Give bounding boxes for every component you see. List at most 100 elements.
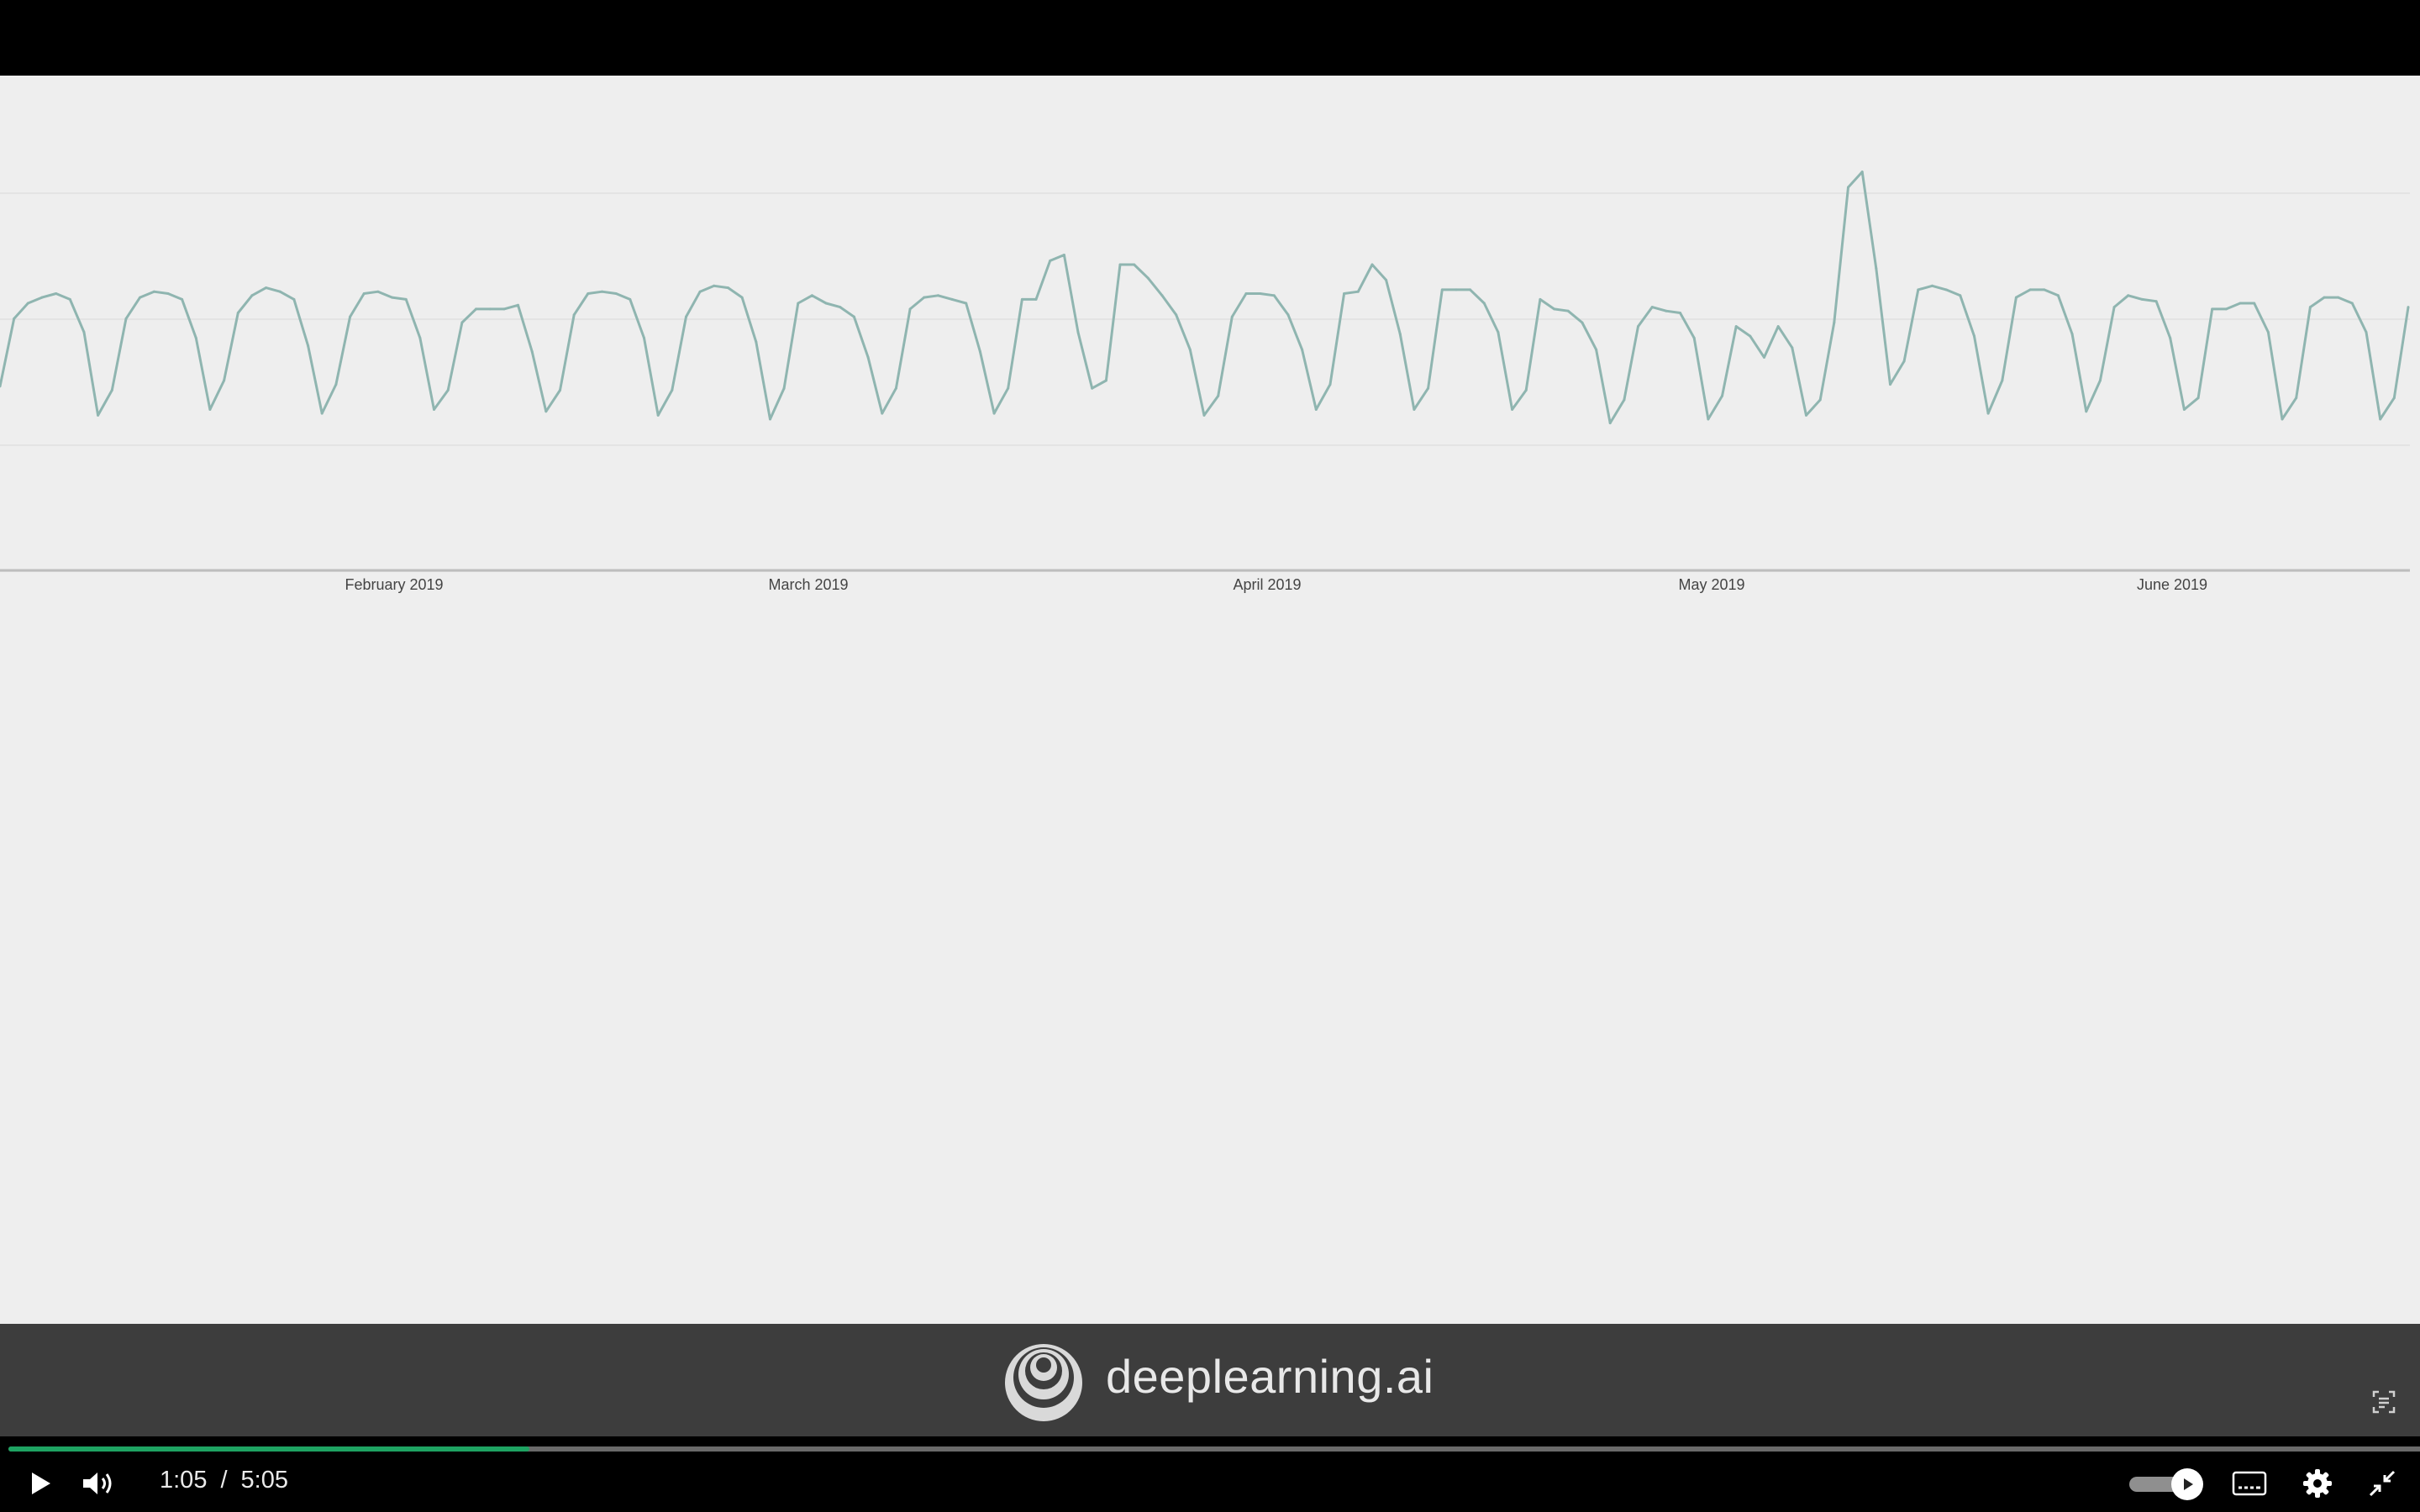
data-point	[2043, 288, 2046, 291]
data-point	[236, 312, 239, 314]
data-point	[1917, 288, 1920, 291]
data-point	[1286, 313, 1290, 317]
data-point	[1188, 348, 1192, 351]
data-point	[1931, 284, 1933, 287]
data-point	[40, 296, 44, 299]
data-point	[1370, 263, 1374, 266]
data-point	[278, 290, 281, 293]
x-tick-label: April 2019	[1233, 576, 1301, 593]
play-icon	[2184, 1478, 2193, 1490]
deeplearning-logo-icon	[1005, 1344, 1082, 1421]
video-frame[interactable]: February 2019 March 2019 April 2019 May …	[0, 76, 2420, 1324]
volume-button[interactable]	[81, 1455, 118, 1512]
data-point	[1749, 334, 1752, 338]
data-point	[1524, 389, 1528, 391]
x-tick-label: March 2019	[768, 576, 848, 593]
data-point	[2182, 408, 2186, 411]
data-point	[1230, 315, 1234, 318]
data-point	[460, 321, 464, 324]
data-point	[13, 317, 16, 320]
data-point	[2308, 306, 2312, 309]
data-point	[2098, 379, 2102, 382]
data-point	[740, 296, 744, 299]
data-point	[2127, 294, 2130, 297]
data-point	[208, 408, 212, 411]
data-point	[1356, 290, 1360, 293]
x-tick-label: May 2019	[1678, 576, 1744, 593]
data-point	[418, 336, 422, 339]
data-point	[1818, 398, 1822, 402]
data-point	[26, 302, 29, 305]
play-icon	[32, 1473, 50, 1494]
data-point	[601, 290, 603, 293]
data-point	[782, 386, 786, 390]
data-point	[1959, 294, 1962, 297]
data-point	[2295, 396, 2298, 400]
data-point	[97, 413, 100, 417]
data-point	[1427, 386, 1430, 390]
data-point	[1539, 297, 1542, 301]
captions-icon	[2232, 1471, 2267, 1496]
data-point	[2014, 296, 2018, 299]
data-point	[1973, 334, 1975, 338]
data-point	[2028, 288, 2032, 291]
progress-fill	[8, 1446, 530, 1452]
data-point	[2169, 336, 2172, 339]
data-point	[1623, 398, 1626, 402]
current-time: 1:05	[160, 1467, 208, 1494]
data-point	[68, 297, 71, 301]
volume-icon	[83, 1473, 112, 1494]
data-point	[950, 297, 954, 301]
data-point	[2070, 333, 2074, 336]
data-point	[839, 306, 842, 309]
data-point	[1595, 348, 1598, 351]
data-point	[2365, 331, 2368, 333]
data-point	[894, 386, 897, 390]
play-button[interactable]	[25, 1455, 54, 1512]
time-display: 1:05 / 5:05	[160, 1467, 288, 1494]
data-point	[1805, 413, 1807, 417]
data-point	[936, 294, 939, 297]
progress-bar[interactable]	[8, 1446, 2420, 1452]
data-point	[1860, 171, 1864, 174]
data-point	[488, 307, 492, 311]
autoplay-toggle[interactable]	[2129, 1468, 2207, 1500]
data-point	[1986, 412, 1990, 415]
data-point	[572, 313, 576, 317]
data-point	[1511, 408, 1514, 411]
data-point	[2337, 296, 2340, 299]
data-point	[559, 389, 561, 391]
data-point	[2266, 331, 2270, 333]
settings-button[interactable]	[2302, 1455, 2333, 1512]
data-point	[446, 389, 450, 391]
data-point	[2253, 302, 2256, 305]
line-chart: February 2019 March 2019 April 2019 May …	[0, 171, 2410, 593]
brand-name: deeplearning.ai	[1106, 1350, 1434, 1403]
x-tick-label: February 2019	[345, 576, 443, 593]
data-point	[1259, 292, 1262, 295]
data-point	[881, 412, 884, 415]
data-point	[2056, 294, 2060, 297]
data-point	[1650, 306, 1654, 309]
time-separator: /	[220, 1467, 228, 1494]
data-point	[1314, 408, 1318, 411]
data-point	[1091, 386, 1094, 390]
exit-fullscreen-button[interactable]	[2368, 1455, 2396, 1512]
data-point	[391, 296, 394, 299]
data-point	[1049, 259, 1052, 262]
data-point	[166, 292, 170, 295]
data-point	[152, 290, 155, 293]
data-point	[124, 317, 128, 320]
data-point	[1763, 355, 1765, 359]
data-point	[544, 410, 548, 413]
brand-banner: deeplearning.ai	[0, 1324, 2420, 1436]
transcript-icon[interactable]	[2370, 1388, 2398, 1416]
data-point	[1553, 307, 1556, 311]
duration: 5:05	[240, 1467, 288, 1494]
data-point	[1007, 386, 1010, 390]
data-point	[502, 307, 506, 311]
data-point	[265, 286, 268, 290]
data-point	[1328, 383, 1332, 386]
data-point	[755, 340, 758, 344]
captions-button[interactable]	[2232, 1455, 2267, 1512]
